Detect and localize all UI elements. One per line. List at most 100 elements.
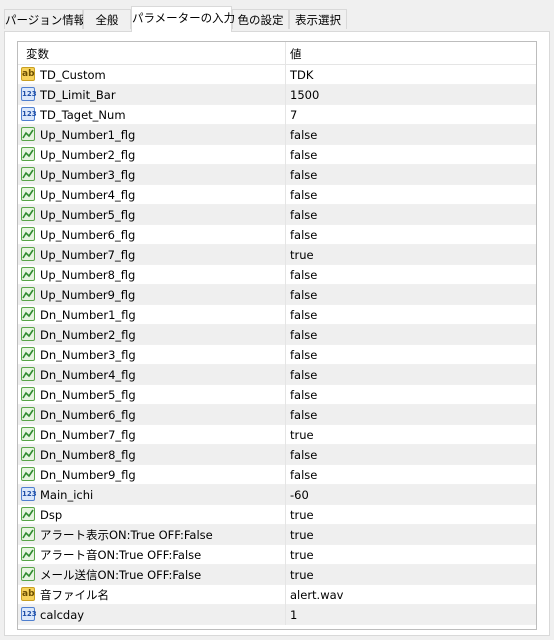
numeric-icon: 123 — [21, 107, 37, 121]
parameter-name: Up_Number4_flg — [40, 188, 136, 202]
boolean-icon — [21, 207, 35, 221]
parameter-name: Up_Number6_flg — [40, 228, 136, 242]
parameter-value[interactable]: TDK — [290, 65, 313, 85]
cell-divider — [285, 165, 286, 185]
table-row[interactable]: Dn_Number3_flg false — [18, 345, 536, 365]
cell-divider — [285, 445, 286, 465]
parameter-value[interactable]: false — [290, 125, 317, 145]
parameter-value[interactable]: false — [290, 145, 317, 165]
table-row[interactable]: 123 TD_Taget_Num 7 — [18, 105, 536, 125]
parameter-value[interactable]: false — [290, 205, 317, 225]
cell-divider — [285, 345, 286, 365]
parameter-value[interactable]: false — [290, 465, 317, 485]
cell-divider — [285, 185, 286, 205]
table-row[interactable]: Dn_Number6_flg false — [18, 405, 536, 425]
table-row[interactable]: Up_Number2_flg false — [18, 145, 536, 165]
cell-divider — [285, 85, 286, 105]
parameters-panel: 変数 値 ab TD_Custom TDK 123 TD_Limit_Bar 1500 12… — [4, 31, 550, 636]
cell-divider — [285, 565, 286, 585]
boolean-icon — [21, 407, 35, 421]
parameter-name: Dn_Number4_flg — [40, 368, 136, 382]
tab-color-settings[interactable]: 色の設定 — [232, 9, 289, 29]
numeric-icon: 123 — [21, 87, 37, 101]
parameter-name: TD_Limit_Bar — [40, 88, 116, 102]
parameter-name: Up_Number1_flg — [40, 128, 136, 142]
table-row[interactable]: Dn_Number1_flg false — [18, 305, 536, 325]
tab-strip: パージョン情報 全般 パラメーターの入力 色の設定 表示選択 — [4, 0, 554, 32]
parameter-value[interactable]: true — [290, 245, 314, 265]
parameter-name: Up_Number2_flg — [40, 148, 136, 162]
parameter-name: Dn_Number9_flg — [40, 468, 136, 482]
cell-divider — [285, 245, 286, 265]
parameter-value[interactable]: false — [290, 345, 317, 365]
parameter-name: Dsp — [40, 508, 63, 522]
parameter-value[interactable]: true — [290, 425, 314, 445]
table-row[interactable]: 123 TD_Limit_Bar 1500 — [18, 85, 536, 105]
parameter-value[interactable]: false — [290, 325, 317, 345]
parameter-value[interactable]: false — [290, 225, 317, 245]
value-column-header[interactable]: 値 — [290, 42, 302, 64]
cell-divider — [285, 545, 286, 565]
boolean-icon — [21, 227, 35, 241]
table-row[interactable]: Dn_Number5_flg false — [18, 385, 536, 405]
column-divider[interactable] — [285, 42, 286, 64]
parameter-value[interactable]: false — [290, 365, 317, 385]
table-row[interactable]: Up_Number9_flg false — [18, 285, 536, 305]
parameter-value[interactable]: alert.wav — [290, 585, 343, 605]
table-row[interactable]: 123 calcday 1 — [18, 605, 536, 625]
boolean-icon — [21, 127, 35, 141]
table-row[interactable]: Up_Number1_flg false — [18, 125, 536, 145]
parameter-value[interactable]: true — [290, 525, 314, 545]
variable-column-header[interactable]: 変数 — [26, 42, 49, 64]
table-row[interactable]: Up_Number5_flg false — [18, 205, 536, 225]
table-row[interactable]: Up_Number6_flg false — [18, 225, 536, 245]
parameter-value[interactable]: false — [290, 265, 317, 285]
parameter-value[interactable]: 7 — [290, 105, 297, 125]
table-row[interactable]: Dn_Number2_flg false — [18, 325, 536, 345]
cell-divider — [285, 145, 286, 165]
parameter-name: Dn_Number1_flg — [40, 308, 136, 322]
table-row[interactable]: Up_Number4_flg false — [18, 185, 536, 205]
tab-version-info[interactable]: パージョン情報 — [4, 9, 85, 29]
boolean-icon — [21, 327, 35, 341]
table-row[interactable]: アラート表示ON:True OFF:False true — [18, 525, 536, 545]
table-row[interactable]: メール送信ON:True OFF:False true — [18, 565, 536, 585]
parameter-value[interactable]: 1 — [290, 605, 297, 625]
parameter-value[interactable]: false — [290, 165, 317, 185]
table-row[interactable]: ab TD_Custom TDK — [18, 65, 536, 85]
parameter-value[interactable]: true — [290, 505, 314, 525]
tab-parameter-input[interactable]: パラメーターの入力 — [131, 6, 235, 32]
parameter-name: Dn_Number6_flg — [40, 408, 136, 422]
tab-general[interactable]: 全般 — [83, 9, 131, 29]
parameter-value[interactable]: false — [290, 185, 317, 205]
parameter-value[interactable]: -60 — [290, 485, 309, 505]
parameter-value[interactable]: true — [290, 545, 314, 565]
boolean-icon — [21, 247, 35, 261]
table-row[interactable]: Dn_Number9_flg false — [18, 465, 536, 485]
parameter-value[interactable]: false — [290, 305, 317, 325]
cell-divider — [285, 265, 286, 285]
cell-divider — [285, 585, 286, 605]
table-row[interactable]: 123 Main_ichi -60 — [18, 485, 536, 505]
table-row[interactable]: Up_Number7_flg true — [18, 245, 536, 265]
table-row[interactable]: アラート音ON:True OFF:False true — [18, 545, 536, 565]
table-row[interactable]: Dn_Number4_flg false — [18, 365, 536, 385]
numeric-icon: 123 — [21, 607, 37, 621]
table-row[interactable]: Dsp true — [18, 505, 536, 525]
ab-icon: ab — [21, 587, 35, 601]
table-row[interactable]: Up_Number3_flg false — [18, 165, 536, 185]
parameter-value[interactable]: false — [290, 285, 317, 305]
parameter-value[interactable]: false — [290, 385, 317, 405]
parameter-name: calcday — [40, 608, 85, 622]
parameter-value[interactable]: 1500 — [290, 85, 319, 105]
table-row[interactable]: Dn_Number8_flg false — [18, 445, 536, 465]
table-row[interactable]: Dn_Number7_flg true — [18, 425, 536, 445]
cell-divider — [285, 525, 286, 545]
parameter-value[interactable]: false — [290, 445, 317, 465]
tab-display-selection[interactable]: 表示選択 — [289, 9, 347, 29]
numeric-icon: 123 — [21, 487, 37, 501]
parameter-value[interactable]: true — [290, 565, 314, 585]
parameter-value[interactable]: false — [290, 405, 317, 425]
table-row[interactable]: ab 音ファイル名 alert.wav — [18, 585, 536, 605]
table-row[interactable]: Up_Number8_flg false — [18, 265, 536, 285]
